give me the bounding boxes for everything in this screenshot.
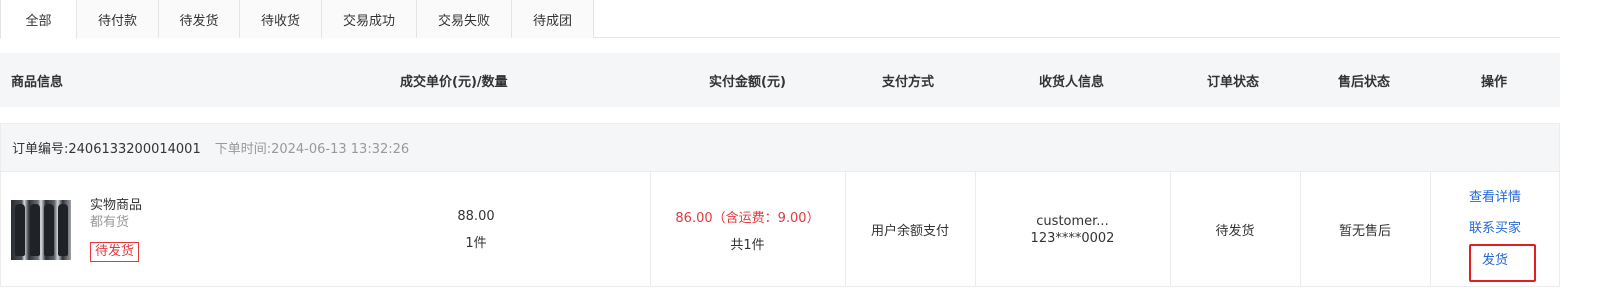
receiver-name: customer... bbox=[1036, 213, 1109, 229]
contact-buyer-link[interactable]: 联系买家 bbox=[1469, 221, 1521, 237]
status-cell: 待发货 bbox=[1170, 172, 1301, 287]
tab-all[interactable]: 全部 bbox=[0, 0, 77, 39]
aftersale-status: 暂无售后 bbox=[1338, 224, 1391, 239]
payment-cell: 用户余额支付 bbox=[845, 172, 976, 287]
order-status: 待发货 bbox=[1215, 224, 1255, 239]
ship-highlight-box bbox=[1469, 244, 1536, 282]
order-info-bar: 订单编号:2406133200014001 下单时间:2024-06-13 13… bbox=[0, 123, 1560, 172]
column-header-paid: 实付金额(元) bbox=[709, 74, 786, 90]
order-status-tabs: 全部 待付款 待发货 待收货 交易成功 交易失败 待成团 bbox=[0, 0, 1560, 39]
column-header-payment: 支付方式 bbox=[882, 74, 935, 90]
order-time: 下单时间:2024-06-13 13:32:26 bbox=[214, 142, 410, 157]
tab-trade-success[interactable]: 交易成功 bbox=[322, 0, 417, 38]
paid-amount: 86.00（含运费：9.00） bbox=[675, 210, 820, 226]
product-stock: 都有货 bbox=[90, 215, 130, 230]
product-thumbnail[interactable] bbox=[11, 200, 71, 260]
column-header-actions: 操作 bbox=[1481, 74, 1508, 90]
price-qty-group: 88.00 1件 bbox=[401, 172, 551, 287]
status-badge: 待发货 bbox=[90, 242, 140, 262]
column-header-aftersale: 售后状态 bbox=[1338, 74, 1391, 90]
aftersale-cell: 暂无售后 bbox=[1300, 172, 1431, 287]
receiver-phone: 123****0002 bbox=[1030, 230, 1115, 246]
tab-pending-receipt[interactable]: 待收货 bbox=[240, 0, 322, 38]
paid-cell: 86.00（含运费：9.00） 共1件 bbox=[650, 172, 846, 287]
quantity: 1件 bbox=[465, 235, 487, 251]
tab-pending-group[interactable]: 待成团 bbox=[512, 0, 594, 38]
column-header-product: 商品信息 bbox=[11, 74, 64, 90]
column-header-receiver: 收货人信息 bbox=[1039, 74, 1105, 90]
unit-price: 88.00 bbox=[457, 208, 495, 224]
column-header-price-qty: 成交单价(元)/数量 bbox=[400, 74, 508, 90]
tab-pending-payment[interactable]: 待付款 bbox=[77, 0, 159, 38]
view-details-link[interactable]: 查看详情 bbox=[1469, 190, 1521, 206]
tab-pending-shipment[interactable]: 待发货 bbox=[159, 0, 240, 38]
receiver-cell: customer... 123****0002 bbox=[975, 172, 1171, 287]
table-header: 商品信息 成交单价(元)/数量 实付金额(元) 支付方式 收货人信息 订单状态 … bbox=[0, 53, 1560, 107]
tab-trade-failed[interactable]: 交易失败 bbox=[417, 0, 512, 38]
column-header-status: 订单状态 bbox=[1207, 74, 1260, 90]
payment-method: 用户余额支付 bbox=[870, 224, 949, 239]
order-number: 订单编号:2406133200014001 bbox=[12, 142, 201, 157]
product-cell: 实物商品 都有货 待发货 88.00 1件 bbox=[1, 172, 651, 287]
table-row: 实物商品 都有货 待发货 88.00 1件 86.00（含运费：9.00） 共1… bbox=[0, 172, 1560, 287]
total-quantity: 共1件 bbox=[730, 237, 765, 253]
